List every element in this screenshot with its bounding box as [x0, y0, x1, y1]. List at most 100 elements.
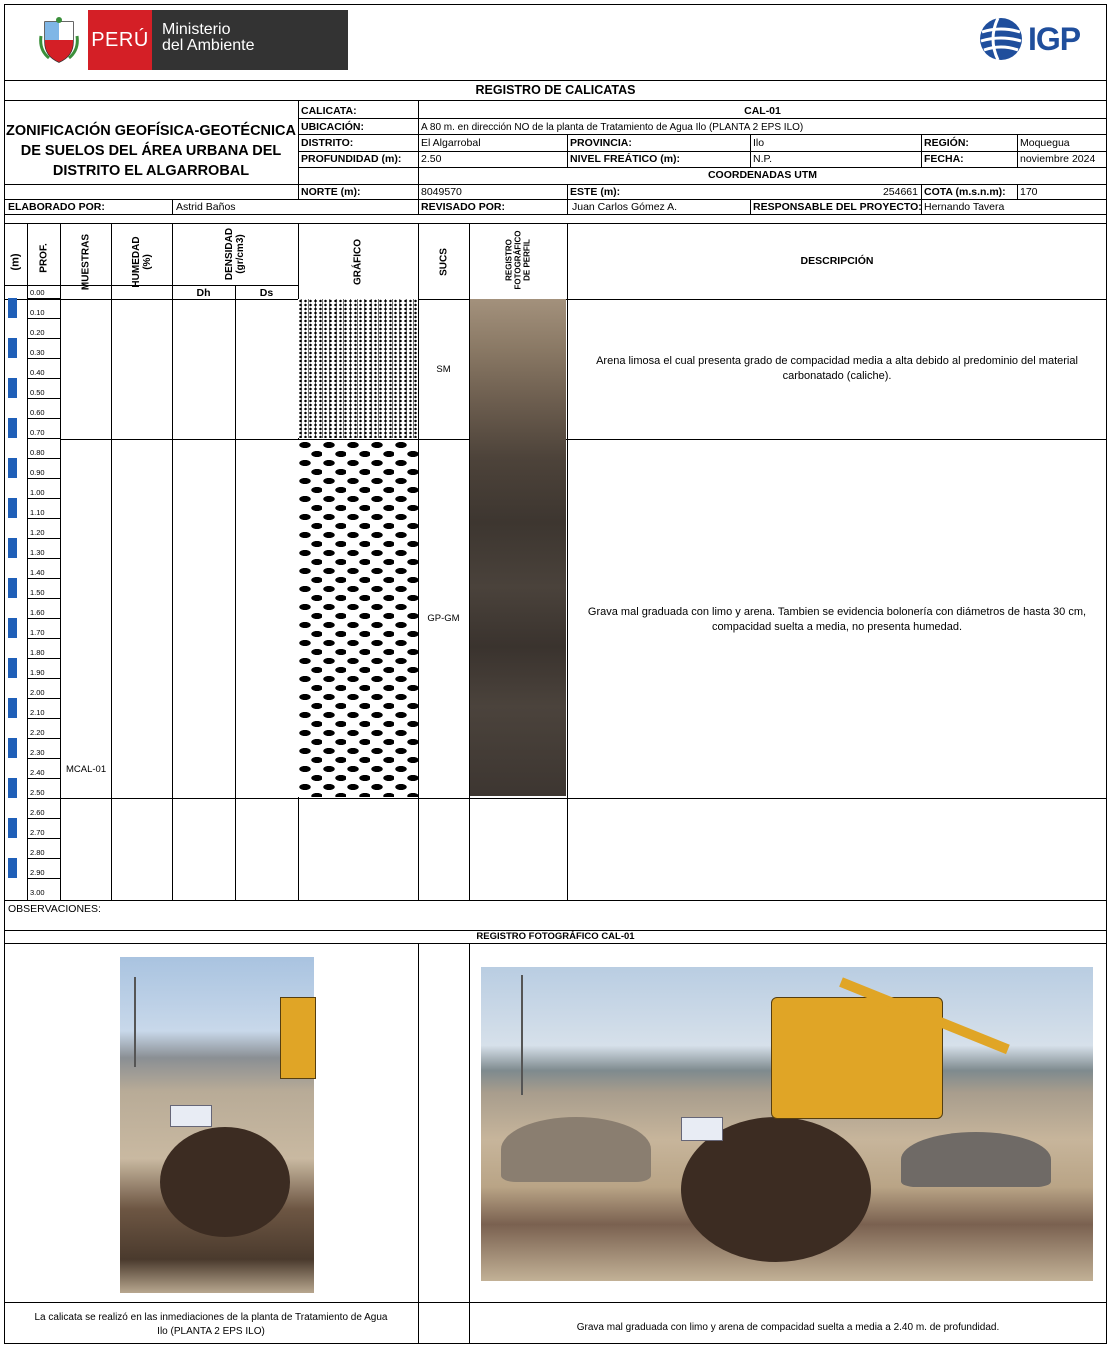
depth-ruler-segment [8, 438, 17, 458]
cota-value: 170 [1020, 186, 1038, 198]
photo-section-title: REGISTRO FOTOGRÁFICO CAL-01 [476, 931, 635, 942]
sign-board [681, 1117, 723, 1141]
depth-tick-label: 2.90 [30, 868, 45, 877]
depth-grid-line [27, 298, 60, 299]
depth-grid-line [27, 698, 60, 699]
divider [4, 900, 1107, 901]
depth-grid-line [27, 478, 60, 479]
calicata-label: CALICATA: [301, 105, 357, 117]
gp-gm-gravel-pattern [298, 440, 418, 797]
divider [4, 80, 1107, 81]
depth-grid-line [27, 418, 60, 419]
utm-label: COORDENADAS UTM [707, 169, 818, 181]
depth-tick-label: 0.60 [30, 408, 45, 417]
depth-tick-label: 1.20 [30, 528, 45, 537]
depth-grid-line [27, 858, 60, 859]
col-ds-header: Ds [259, 287, 274, 299]
divider [567, 134, 568, 167]
caption-left: La calicata se realizó en las inmediacio… [4, 1311, 418, 1339]
depth-ruler-segment [8, 878, 17, 898]
ministry-line-1: Ministerio [162, 21, 231, 38]
depth-tick-label: 1.90 [30, 668, 45, 677]
humedad-line-2: (%) [142, 254, 153, 270]
layer-2-sucs: GP-GM [427, 613, 460, 624]
depth-ruler-segment [8, 678, 17, 698]
divider [750, 134, 751, 167]
depth-tick-label: 0.90 [30, 468, 45, 477]
divider [418, 943, 419, 1344]
depth-ruler-segment [8, 478, 17, 498]
nivel-freatico-value: N.P. [753, 153, 773, 165]
depth-tick-label: 1.80 [30, 648, 45, 657]
profundidad-value: 2.50 [421, 153, 442, 165]
nivel-freatico-label: NIVEL FREÁTICO (m): [570, 153, 681, 165]
depth-tick-label: 1.60 [30, 608, 45, 617]
depth-grid-line [27, 778, 60, 779]
depth-ruler-segment [8, 758, 17, 778]
depth-tick-label: 0.80 [30, 448, 45, 457]
depth-tick-label: 0.30 [30, 348, 45, 357]
layer-1-desc-line-1: Arena limosa el cual presenta grado de c… [596, 355, 1078, 367]
depth-ruler-segment [8, 398, 17, 418]
norte-value: 8049570 [421, 186, 462, 198]
depth-grid-line [27, 638, 60, 639]
divider [469, 943, 470, 1344]
ubicacion-value: A 80 m. en dirección NO de la planta de … [421, 122, 804, 133]
depth-ruler-segment [8, 338, 17, 358]
divider [750, 199, 751, 214]
divider [4, 1302, 1107, 1303]
divider [60, 223, 61, 900]
layer-2-description: Grava mal graduada con limo y arena. Tam… [567, 605, 1107, 635]
registro-line-1: REGISTRO [504, 239, 514, 281]
depth-ruler-segment [8, 358, 17, 378]
layer-2-desc-line-2: compacidad suelta a media, no presenta h… [711, 621, 963, 633]
elaborado-label: ELABORADO POR: [8, 201, 105, 213]
divider [418, 223, 419, 900]
col-densidad-header: DENSIDAD (gr/cm3) [224, 224, 246, 284]
divider [172, 223, 173, 900]
depth-ruler-segment [8, 718, 17, 738]
region-label: REGIÓN: [924, 137, 969, 149]
depth-ruler-segment [8, 578, 17, 598]
depth-grid-line [27, 578, 60, 579]
provincia-value: Ilo [753, 137, 765, 149]
excavator-shape [280, 997, 316, 1079]
divider [298, 167, 1107, 168]
depth-grid-line [27, 758, 60, 759]
depth-grid-line [27, 598, 60, 599]
divider [298, 118, 1107, 119]
depth-tick-label: 2.00 [30, 688, 45, 697]
responsable-value: Hernando Tavera [924, 201, 1005, 213]
col-grafico-header: GRÁFICO [352, 238, 364, 286]
depth-ruler-segment [8, 778, 17, 798]
igp-logo: IGP [978, 14, 1102, 64]
depth-ruler-segment [8, 518, 17, 538]
fecha-value: noviembre 2024 [1020, 153, 1096, 165]
depth-tick-label: 2.40 [30, 768, 45, 777]
depth-ruler-segment [8, 838, 17, 858]
depth-ruler-segment [8, 418, 17, 438]
igp-label: IGP [1028, 20, 1081, 57]
caption-right: Grava mal graduada con limo y arena de c… [576, 1322, 1000, 1333]
depth-grid-line [27, 358, 60, 359]
depth-ruler-segment [8, 698, 17, 718]
depth-tick-label: 3.00 [30, 888, 45, 897]
depth-grid-line [27, 718, 60, 719]
depth-grid-line [27, 558, 60, 559]
depth-grid-line [27, 318, 60, 319]
divider [921, 134, 922, 167]
depth-tick-label: 1.00 [30, 488, 45, 497]
elaborado-value: Astrid Baños [176, 201, 236, 213]
col-registro-header: REGISTRO FOTOGRÁFICO DE PERFIL [505, 225, 532, 295]
depth-ruler-segment [8, 298, 17, 318]
depth-ruler-segment [8, 818, 17, 838]
peru-coat-of-arms-icon [30, 10, 88, 70]
depth-tick-label: 2.60 [30, 808, 45, 817]
divider [60, 439, 1107, 440]
ministry-label: Ministerio del Ambiente [152, 10, 348, 70]
caption-left-line-1: La calicata se realizó en las inmediacio… [34, 1312, 388, 1323]
depth-grid-line [27, 818, 60, 819]
depth-grid-line [27, 518, 60, 519]
depth-ruler-segment [8, 638, 17, 658]
depth-ruler-segment [8, 318, 17, 338]
